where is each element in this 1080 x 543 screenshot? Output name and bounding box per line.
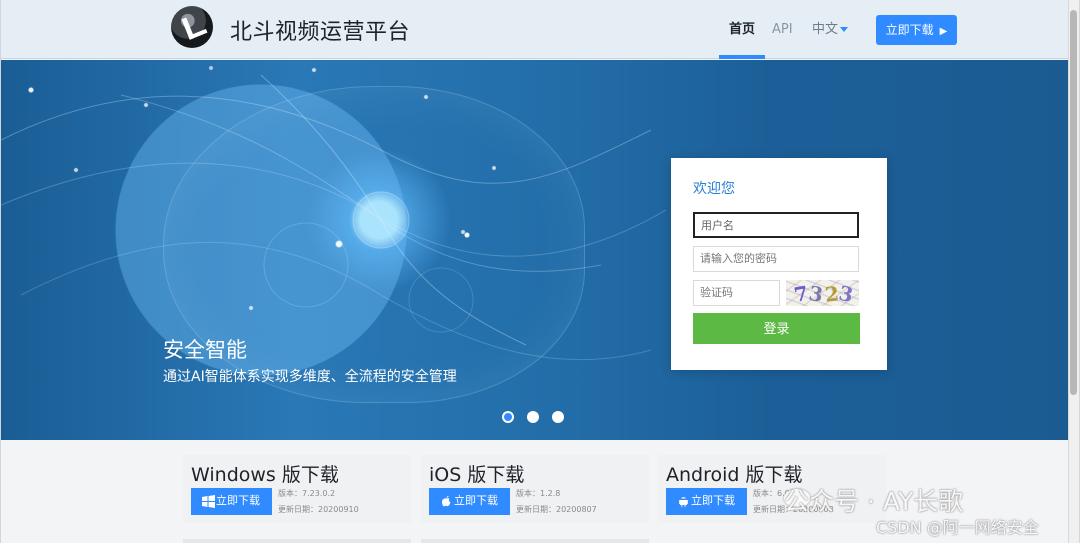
brand-title: 北斗视频运营平台 bbox=[230, 20, 411, 45]
windows-download-title: Windows 版下载 bbox=[191, 464, 339, 486]
captcha-character-2: 3 bbox=[807, 280, 825, 306]
chevron-down-icon bbox=[840, 27, 849, 32]
captcha-input[interactable]: 验证码 bbox=[693, 280, 780, 306]
windows-version: 版本：7.23.0.2 bbox=[278, 489, 336, 498]
ios-download-label: 立即下载 bbox=[454, 495, 498, 507]
browser-page: 北斗视频运营平台 首页 API 中文 立即下载 ▶ 安全智能 通过AI智能体系实现… bbox=[0, 0, 1080, 543]
login-button[interactable]: 登录 bbox=[693, 313, 860, 344]
nav-home-tab[interactable]: 首页 bbox=[719, 0, 765, 59]
top-header: 北斗视频运营平台 首页 API 中文 立即下载 ▶ bbox=[1, 0, 1079, 59]
vertical-scrollbar[interactable] bbox=[1068, 0, 1079, 543]
ios-version: 版本：1.2.8 bbox=[516, 489, 561, 498]
windows-download-button[interactable]: 立即下载 bbox=[191, 488, 272, 515]
android-download-title: Android 版下载 bbox=[666, 464, 803, 486]
android-download-button[interactable]: 立即下载 bbox=[666, 488, 747, 515]
login-card: 欢迎您 用户名 请输入您的密码 验证码 7 3 2 3 登录 bbox=[671, 158, 887, 370]
carousel-dot-1[interactable] bbox=[502, 411, 514, 423]
hero-title: 安全智能 bbox=[163, 338, 247, 362]
hero-banner: 安全智能 通过AI智能体系实现多维度、全流程的安全管理 bbox=[1, 60, 1079, 440]
carousel-dot-2[interactable] bbox=[527, 411, 539, 423]
windows-download-card: Windows 版下载 立即下载 版本：7.23.0.2 更新日期：202009… bbox=[183, 455, 411, 523]
carousel-dots bbox=[502, 411, 564, 425]
login-title: 欢迎您 bbox=[693, 181, 735, 197]
apple-icon bbox=[441, 496, 451, 507]
windows-icon bbox=[202, 495, 215, 508]
language-label: 中文 bbox=[812, 22, 839, 37]
carousel-dot-3[interactable] bbox=[552, 411, 564, 423]
ios-download-title: iOS 版下载 bbox=[429, 464, 525, 486]
windows-download-label: 立即下载 bbox=[216, 495, 260, 507]
username-input[interactable]: 用户名 bbox=[693, 212, 859, 238]
network-lines-graphic bbox=[1, 74, 667, 361]
ios-download-button[interactable]: 立即下载 bbox=[429, 488, 510, 515]
password-input[interactable]: 请输入您的密码 bbox=[693, 246, 859, 272]
next-card-edge-middle bbox=[421, 539, 649, 543]
language-selector[interactable]: 中文 bbox=[812, 0, 849, 59]
android-icon bbox=[679, 497, 688, 507]
download-now-button[interactable]: 立即下载 ▶ bbox=[876, 15, 957, 45]
download-now-label: 立即下载 bbox=[885, 23, 934, 37]
ios-update-date: 更新日期：20200807 bbox=[516, 505, 597, 514]
brand-logo bbox=[171, 6, 213, 48]
windows-update-date: 更新日期：20200910 bbox=[278, 505, 359, 514]
android-download-label: 立即下载 bbox=[691, 495, 735, 507]
nav-api-link[interactable]: API bbox=[772, 0, 793, 59]
watermark-main: 公众号 · AY长歌 bbox=[784, 487, 964, 516]
captcha-image[interactable]: 7 3 2 3 bbox=[786, 280, 859, 306]
chevron-right-icon: ▶ bbox=[939, 26, 948, 37]
watermark-sub: CSDN @阿一网络安全 bbox=[876, 518, 1039, 537]
scrollbar-thumb[interactable] bbox=[1070, 10, 1077, 395]
captcha-character-4: 3 bbox=[836, 280, 856, 306]
hero-subtitle: 通过AI智能体系实现多维度、全流程的安全管理 bbox=[163, 369, 457, 385]
next-card-edge-left bbox=[183, 539, 411, 543]
ios-download-card: iOS 版下载 立即下载 版本：1.2.8 更新日期：20200807 bbox=[421, 455, 649, 523]
